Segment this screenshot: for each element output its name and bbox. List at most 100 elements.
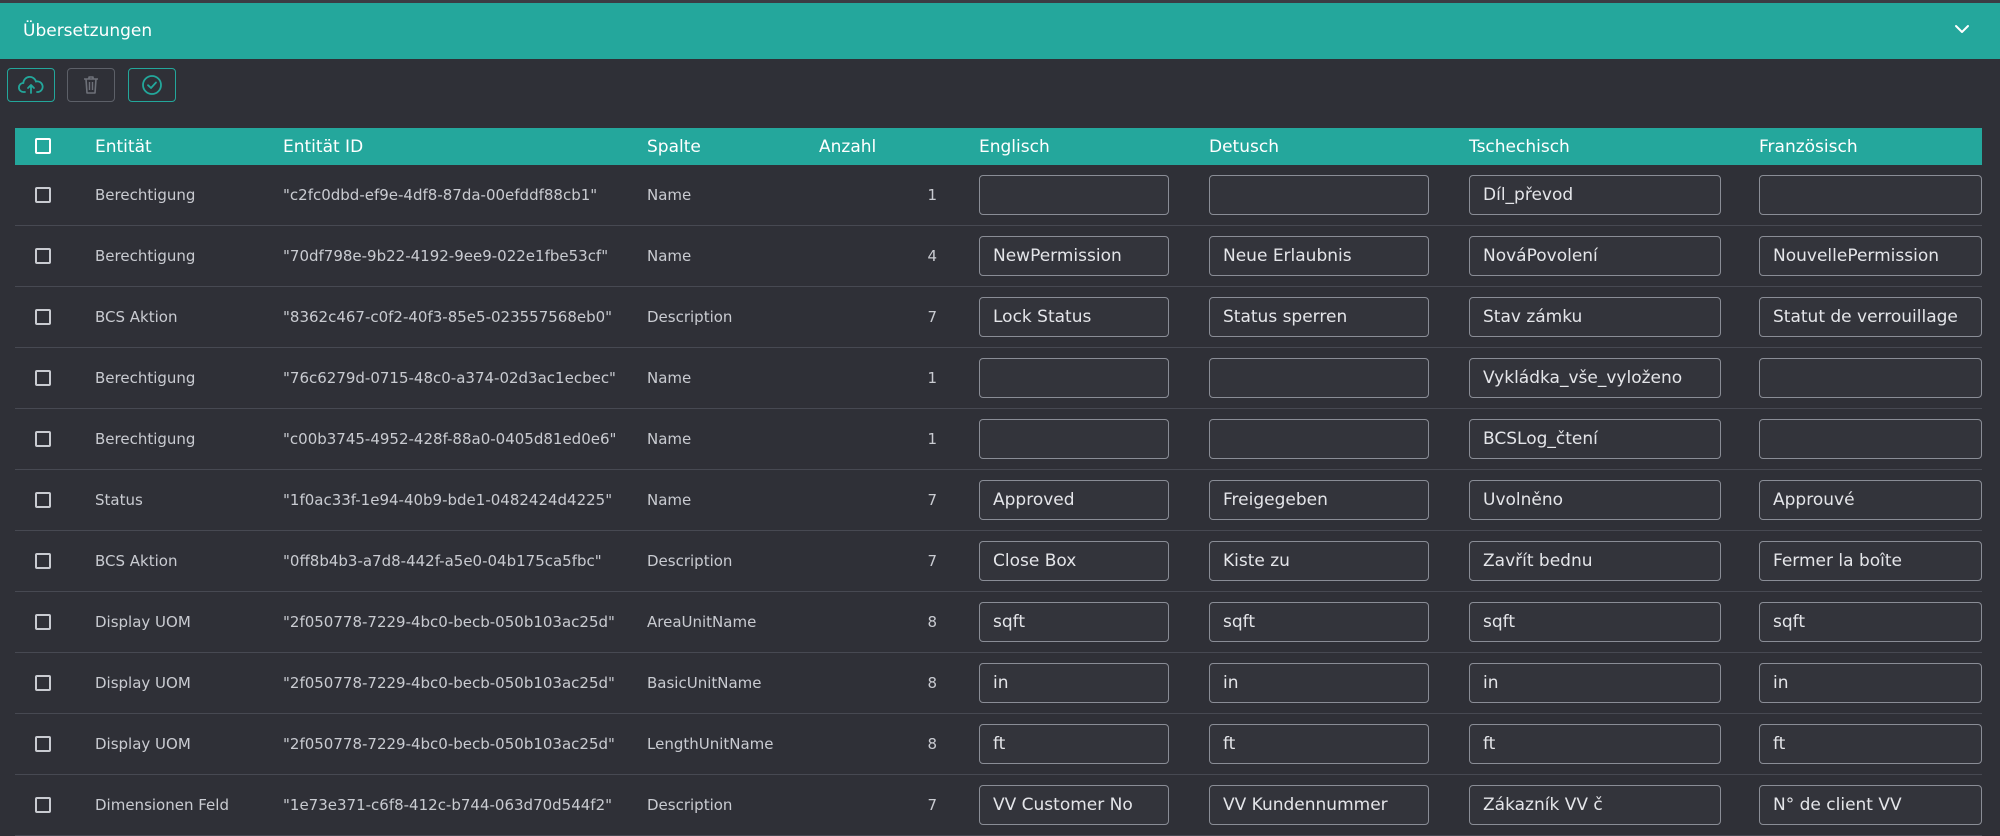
german-input[interactable] <box>1209 236 1429 276</box>
row-checkbox[interactable] <box>35 248 51 264</box>
czech-input[interactable] <box>1469 419 1721 459</box>
row-checkbox[interactable] <box>35 492 51 508</box>
french-input[interactable] <box>1759 297 1982 337</box>
entity-cell: Display UOM <box>95 674 191 692</box>
entity-id-cell: "c00b3745-4952-428f-88a0-0405d81ed0e6" <box>283 430 617 448</box>
english-input[interactable] <box>979 602 1169 642</box>
french-input[interactable] <box>1759 175 1982 215</box>
german-input[interactable] <box>1209 358 1429 398</box>
czech-input[interactable] <box>1469 297 1721 337</box>
french-input[interactable] <box>1759 724 1982 764</box>
table-row: BCS Aktion "8362c467-c0f2-40f3-85e5-02355… <box>15 287 1982 348</box>
french-input[interactable] <box>1759 480 1982 520</box>
row-checkbox[interactable] <box>35 797 51 813</box>
column-cell: AreaUnitName <box>647 613 757 631</box>
french-input[interactable] <box>1759 602 1982 642</box>
header-french[interactable]: Französisch <box>1759 137 1858 157</box>
german-input[interactable] <box>1209 419 1429 459</box>
entity-cell: Berechtigung <box>95 430 196 448</box>
entity-cell: Dimensionen Feld <box>95 796 229 814</box>
row-checkbox[interactable] <box>35 187 51 203</box>
row-checkbox[interactable] <box>35 675 51 691</box>
column-cell: Name <box>647 247 692 265</box>
count-cell: 7 <box>927 308 937 326</box>
trash-icon <box>84 76 98 94</box>
entity-cell: Display UOM <box>95 735 191 753</box>
table-row: Berechtigung "70df798e-9b22-4192-9ee9-022… <box>15 226 1982 287</box>
select-all-checkbox[interactable] <box>35 138 51 154</box>
german-input[interactable] <box>1209 724 1429 764</box>
cloud-upload-icon <box>18 76 44 94</box>
english-input[interactable] <box>979 541 1169 581</box>
header-count[interactable]: Anzahl <box>819 137 876 157</box>
french-input[interactable] <box>1759 785 1982 825</box>
french-input[interactable] <box>1759 419 1982 459</box>
upload-button[interactable] <box>7 68 55 102</box>
table-row: Display UOM "2f050778-7229-4bc0-becb-050b… <box>15 714 1982 775</box>
english-input[interactable] <box>979 297 1169 337</box>
header-column[interactable]: Spalte <box>647 137 701 157</box>
entity-cell: Berechtigung <box>95 186 196 204</box>
header-english[interactable]: Englisch <box>979 137 1050 157</box>
english-input[interactable] <box>979 236 1169 276</box>
german-input[interactable] <box>1209 663 1429 703</box>
row-checkbox[interactable] <box>35 614 51 630</box>
row-checkbox[interactable] <box>35 309 51 325</box>
header-czech[interactable]: Tschechisch <box>1469 137 1570 157</box>
french-input[interactable] <box>1759 541 1982 581</box>
german-input[interactable] <box>1209 602 1429 642</box>
header-german[interactable]: Detusch <box>1209 137 1279 157</box>
approve-button[interactable] <box>128 68 176 102</box>
table-row: Display UOM "2f050778-7229-4bc0-becb-050b… <box>15 592 1982 653</box>
czech-input[interactable] <box>1469 358 1721 398</box>
count-cell: 8 <box>927 613 937 631</box>
german-input[interactable] <box>1209 541 1429 581</box>
english-input[interactable] <box>979 663 1169 703</box>
entity-cell: BCS Aktion <box>95 552 178 570</box>
czech-input[interactable] <box>1469 602 1721 642</box>
czech-input[interactable] <box>1469 480 1721 520</box>
count-cell: 8 <box>927 735 937 753</box>
table-header: Entität Entität ID Spalte Anzahl Englisc… <box>15 128 1982 165</box>
czech-input[interactable] <box>1469 541 1721 581</box>
count-cell: 1 <box>927 369 937 387</box>
german-input[interactable] <box>1209 785 1429 825</box>
czech-input[interactable] <box>1469 175 1721 215</box>
french-input[interactable] <box>1759 663 1982 703</box>
delete-button[interactable] <box>67 68 115 102</box>
czech-input[interactable] <box>1469 236 1721 276</box>
czech-input[interactable] <box>1469 785 1721 825</box>
english-input[interactable] <box>979 358 1169 398</box>
german-input[interactable] <box>1209 297 1429 337</box>
chevron-down-icon[interactable] <box>1950 17 1974 41</box>
german-input[interactable] <box>1209 175 1429 215</box>
table-row: Berechtigung "c00b3745-4952-428f-88a0-040… <box>15 409 1982 470</box>
english-input[interactable] <box>979 175 1169 215</box>
english-input[interactable] <box>979 419 1169 459</box>
row-checkbox[interactable] <box>35 736 51 752</box>
count-cell: 7 <box>927 552 937 570</box>
english-input[interactable] <box>979 480 1169 520</box>
czech-input[interactable] <box>1469 663 1721 703</box>
row-checkbox[interactable] <box>35 370 51 386</box>
french-input[interactable] <box>1759 358 1982 398</box>
row-checkbox[interactable] <box>35 553 51 569</box>
entity-id-cell: "0ff8b4b3-a7d8-442f-a5e0-04b175ca5fbc" <box>283 552 602 570</box>
french-input[interactable] <box>1759 236 1982 276</box>
column-cell: Name <box>647 369 692 387</box>
count-cell: 8 <box>927 674 937 692</box>
header-entity-id[interactable]: Entität ID <box>283 137 363 157</box>
german-input[interactable] <box>1209 480 1429 520</box>
table-row: Display UOM "2f050778-7229-4bc0-becb-050b… <box>15 653 1982 714</box>
entity-cell: Berechtigung <box>95 247 196 265</box>
row-checkbox[interactable] <box>35 431 51 447</box>
entity-cell: Berechtigung <box>95 369 196 387</box>
header-entity[interactable]: Entität <box>95 137 152 157</box>
count-cell: 7 <box>927 491 937 509</box>
translations-panel-header[interactable]: Übersetzungen <box>0 3 2000 59</box>
entity-id-cell: "8362c467-c0f2-40f3-85e5-023557568eb0" <box>283 308 613 326</box>
english-input[interactable] <box>979 785 1169 825</box>
english-input[interactable] <box>979 724 1169 764</box>
czech-input[interactable] <box>1469 724 1721 764</box>
table-row: BCS Aktion "0ff8b4b3-a7d8-442f-a5e0-04b17… <box>15 531 1982 592</box>
